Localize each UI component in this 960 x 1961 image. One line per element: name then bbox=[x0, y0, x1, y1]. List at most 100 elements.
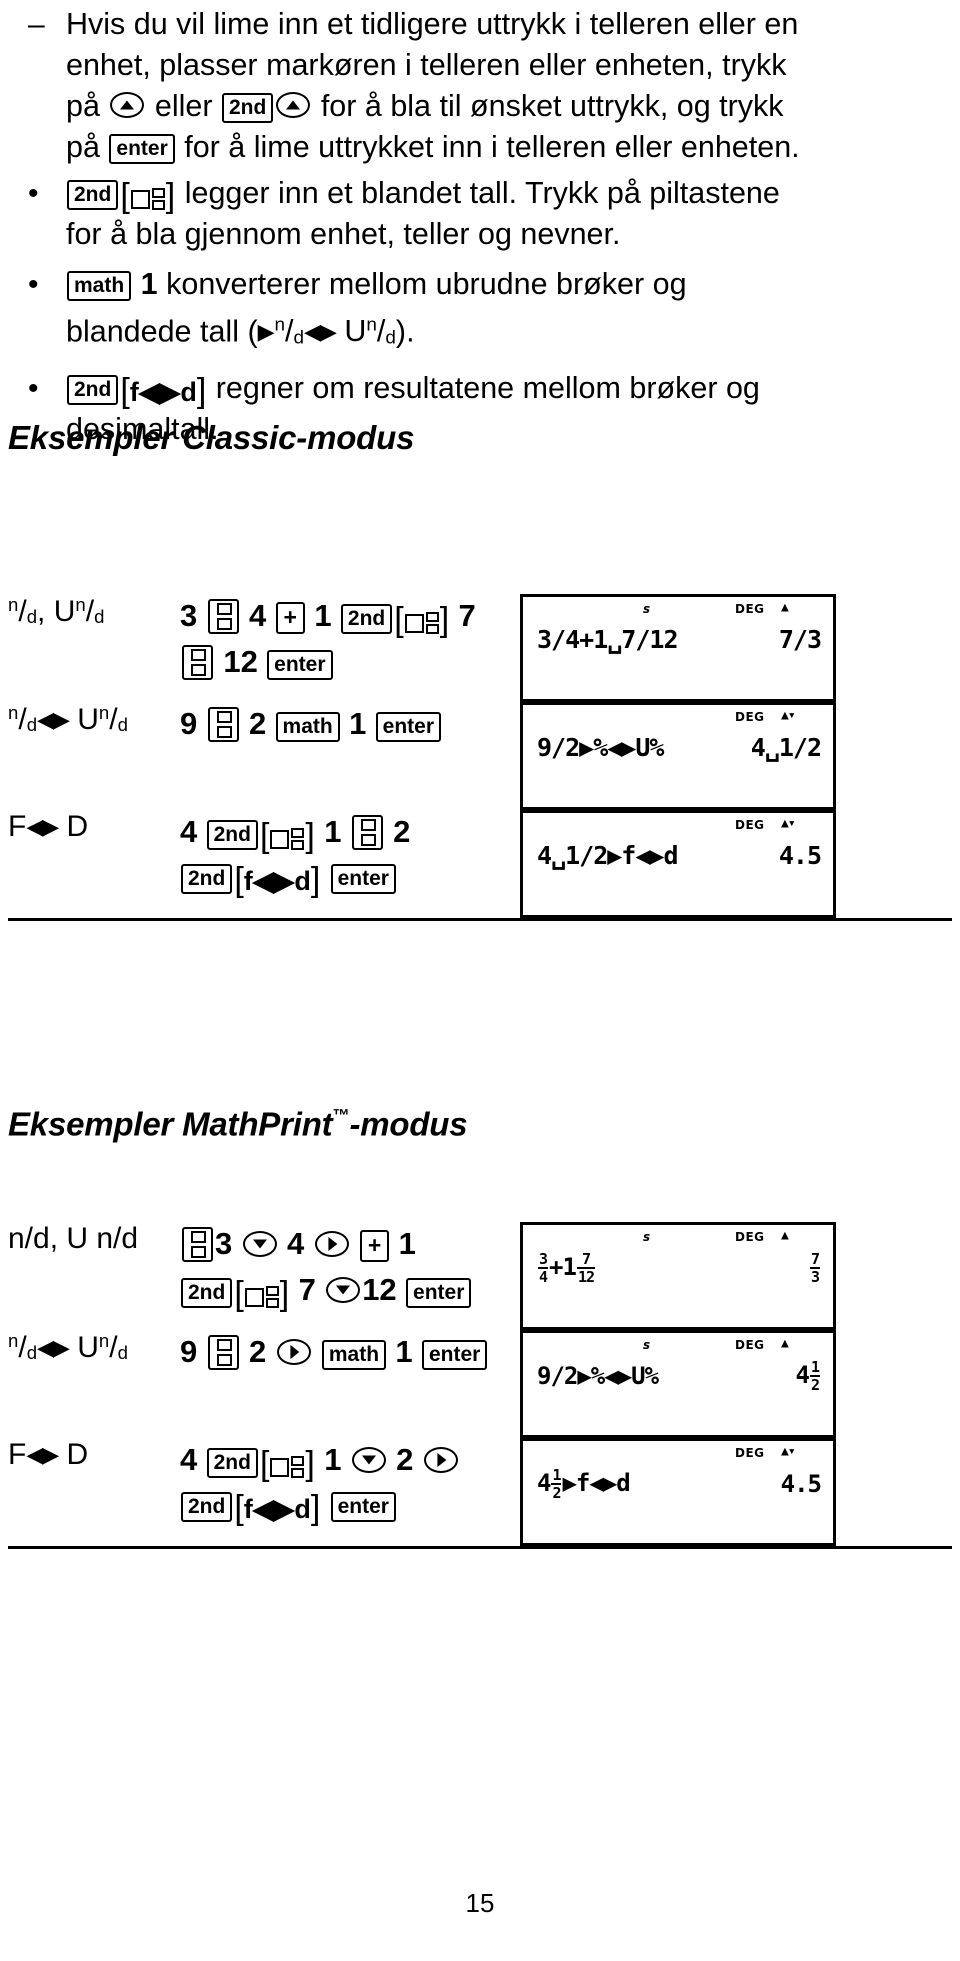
table-row: F◀▶ D 4 2nd[] 1 2 2nd [f◀▶d] enter DEG ▲▾… bbox=[8, 1438, 952, 1548]
mixed-number-glyph-icon: [] bbox=[259, 1445, 315, 1483]
calculator-display: s DEG ▲ 3 4 +1 7 12 73 bbox=[520, 1222, 836, 1330]
scroll-arrow-icon: ▲ bbox=[781, 1228, 789, 1243]
mixed-number-glyph-icon: [] bbox=[234, 1275, 290, 1313]
row-keysequence: 9 2 math 1 enter bbox=[180, 702, 520, 810]
row-label-nd-und: n/d, Un/d bbox=[8, 594, 105, 629]
2nd-key: 2nd bbox=[67, 374, 119, 405]
table-row: n/d, U n/d 3 4 + 1 2nd[] 7 12 enter s DE… bbox=[8, 1222, 952, 1330]
mathprint-heading-text: Eksempler MathPrint bbox=[8, 1105, 333, 1143]
expression-denominator: 2 bbox=[552, 1484, 561, 1502]
fraction-key-icon bbox=[182, 1227, 213, 1262]
calculator-display: DEG ▲▾ 4␣1/2▶f◀▶d 4.5 bbox=[520, 810, 836, 918]
mathprint-mode-heading: Eksempler MathPrint™-modus bbox=[8, 1105, 468, 1144]
list-item-text: 2nd[] legger inn et blandet tall. Trykk … bbox=[66, 173, 818, 255]
indicator-s: s bbox=[643, 1338, 651, 1352]
bullet-marker: • bbox=[28, 371, 39, 405]
table-row: n/d◀▶ Un/d 9 2 math 1 enter DEG ▲▾ 9/2▶%… bbox=[8, 702, 952, 810]
trademark-symbol: ™ bbox=[332, 1105, 350, 1125]
fd-label: f◀▶d bbox=[243, 1494, 311, 1524]
table-bottom-rule bbox=[8, 1546, 952, 1550]
fraction-decimal-toggle-glyph-icon: [f◀▶d] bbox=[234, 1489, 321, 1527]
row-screen: s DEG ▲ 3/4+1␣7/12 7/3 bbox=[520, 594, 952, 702]
expression-whole-number: 4 bbox=[537, 1469, 551, 1497]
enter-key: enter bbox=[109, 134, 175, 164]
row-label-nd-und: n/d, U n/d bbox=[8, 1222, 180, 1330]
result-denominator: 2 bbox=[810, 1376, 820, 1394]
bullet1-text-part2: eller bbox=[146, 89, 221, 123]
row-label-f-to-d: F◀▶ D bbox=[8, 1438, 89, 1471]
indicator-deg: DEG bbox=[735, 1338, 765, 1352]
classic-mode-heading: Eksempler Classic-modus bbox=[8, 419, 415, 456]
display-expression: 4 1 2 ▶f◀▶d bbox=[537, 1467, 631, 1501]
enter-key: enter bbox=[422, 1340, 488, 1370]
expression-numerator: 1 bbox=[551, 1466, 561, 1485]
fraction-decimal-toggle-glyph-icon: [f◀▶d] bbox=[234, 861, 321, 899]
row-screen: s DEG ▲ 9/2▶%◀▶U% 412 bbox=[520, 1330, 952, 1438]
fraction-key-icon bbox=[207, 1335, 239, 1370]
row-label-f-to-d: F◀▶ D bbox=[8, 810, 89, 843]
display-result: 73 bbox=[809, 1251, 821, 1285]
display-result: 4.5 bbox=[778, 841, 822, 870]
page-number: 15 bbox=[465, 1888, 495, 1918]
math-key: math bbox=[321, 1340, 387, 1370]
calculator-display: s DEG ▲ 9/2▶%◀▶U% 412 bbox=[520, 1330, 836, 1438]
2nd-key: 2nd bbox=[222, 93, 274, 123]
dash-bullet-marker: – bbox=[28, 8, 45, 41]
2nd-key: 2nd bbox=[340, 604, 393, 634]
scroll-arrow-icon: ▲ bbox=[781, 1336, 789, 1351]
row-keysequence: 3 4 + 1 2nd[] 7 12 enter bbox=[180, 598, 476, 680]
down-arrow-key-icon bbox=[326, 1277, 361, 1303]
fraction-key-icon bbox=[351, 815, 383, 850]
bullet-marker: • bbox=[28, 177, 39, 210]
display-result: 7/3 bbox=[778, 625, 822, 654]
row-screen: DEG ▲▾ 9/2▶%◀▶U% 4␣1/2 bbox=[520, 702, 952, 810]
row-label-nd-to-und: n/d◀▶ Un/d bbox=[8, 1330, 128, 1365]
row-keysequence: 4 2nd[] 1 2 2nd [f◀▶d] enter bbox=[180, 814, 411, 899]
list-item: • math 1 konverterer mellom ubrudne brøk… bbox=[28, 264, 818, 359]
list-item: – Hvis du vil lime inn et tidligere uttr… bbox=[28, 4, 818, 168]
row-keysequence: 3 4 + 1 2nd[] 7 12 enter bbox=[180, 1222, 520, 1330]
display-expression: 9/2▶%◀▶U% bbox=[537, 733, 664, 762]
2nd-key: 2nd bbox=[181, 1492, 233, 1522]
table-row: n/d◀▶ Un/d 9 2 math 1 enter s DEG ▲ 9/2▶… bbox=[8, 1330, 952, 1438]
mixed-number-glyph-icon: [] bbox=[259, 817, 315, 855]
display-expression: 3 4 +1 7 12 bbox=[538, 1250, 595, 1286]
right-arrow-key-icon bbox=[276, 1339, 311, 1365]
row-label-text: n/d, U n/d bbox=[8, 1222, 139, 1255]
math-key-argument: 1 bbox=[140, 267, 158, 301]
result-denominator: 3 bbox=[810, 1268, 820, 1286]
table-row: F◀▶ D 4 2nd[] 1 2 2nd [f◀▶d] enter DEG ▲▾… bbox=[8, 810, 952, 920]
calculator-display: DEG ▲▾ 9/2▶%◀▶U% 4␣1/2 bbox=[520, 702, 836, 810]
scroll-arrow-icon: ▲▾ bbox=[781, 708, 796, 723]
fraction-key-icon bbox=[207, 707, 239, 742]
2nd-key: 2nd bbox=[181, 864, 233, 894]
math-key: math bbox=[275, 712, 340, 742]
list-item: • 2nd[] legger inn et blandet tall. Tryk… bbox=[28, 173, 818, 255]
indicator-deg: DEG bbox=[735, 710, 765, 724]
enter-key: enter bbox=[330, 1492, 396, 1522]
expression-fraction-1-over-2: 12 bbox=[551, 1467, 561, 1501]
mathprint-examples-table: n/d, U n/d 3 4 + 1 2nd[] 7 12 enter s DE… bbox=[8, 1222, 952, 1550]
display-expression: 9/2▶%◀▶U% bbox=[537, 1362, 659, 1390]
row-keysequence: 4 2nd[] 1 2 2nd [f◀▶d] enter bbox=[180, 1438, 520, 1548]
display-expression: 3/4+1␣7/12 bbox=[537, 625, 679, 654]
right-arrow-key-icon bbox=[314, 1231, 349, 1257]
display-expression: 4␣1/2▶f◀▶d bbox=[537, 841, 679, 870]
result-whole-number: 4 bbox=[795, 1361, 810, 1389]
up-arrow-key-icon bbox=[276, 92, 311, 118]
table-row: n/d, Un/d 3 4 + 1 2nd[] 7 12 enter s DEG… bbox=[8, 594, 952, 702]
scroll-arrow-icon: ▲▾ bbox=[781, 816, 796, 831]
indicator-deg: DEG bbox=[735, 818, 765, 832]
mixed-number-glyph-icon: [] bbox=[120, 177, 176, 215]
enter-key: enter bbox=[406, 1278, 472, 1308]
display-result: 412 bbox=[796, 1359, 821, 1393]
calculator-display: s DEG ▲ 3/4+1␣7/12 7/3 bbox=[520, 594, 836, 702]
row-label-nd-to-und: n/d◀▶ Un/d bbox=[8, 702, 128, 737]
display-result: 4.5 bbox=[780, 1470, 822, 1498]
enter-key: enter bbox=[375, 712, 442, 742]
scroll-arrow-icon: ▲ bbox=[781, 600, 789, 615]
2nd-key: 2nd bbox=[67, 180, 119, 210]
fd-label: f◀▶d bbox=[243, 866, 311, 896]
plus-key: + bbox=[359, 1230, 390, 1262]
fraction-decimal-toggle-glyph-icon: [f◀▶d] bbox=[120, 371, 207, 410]
